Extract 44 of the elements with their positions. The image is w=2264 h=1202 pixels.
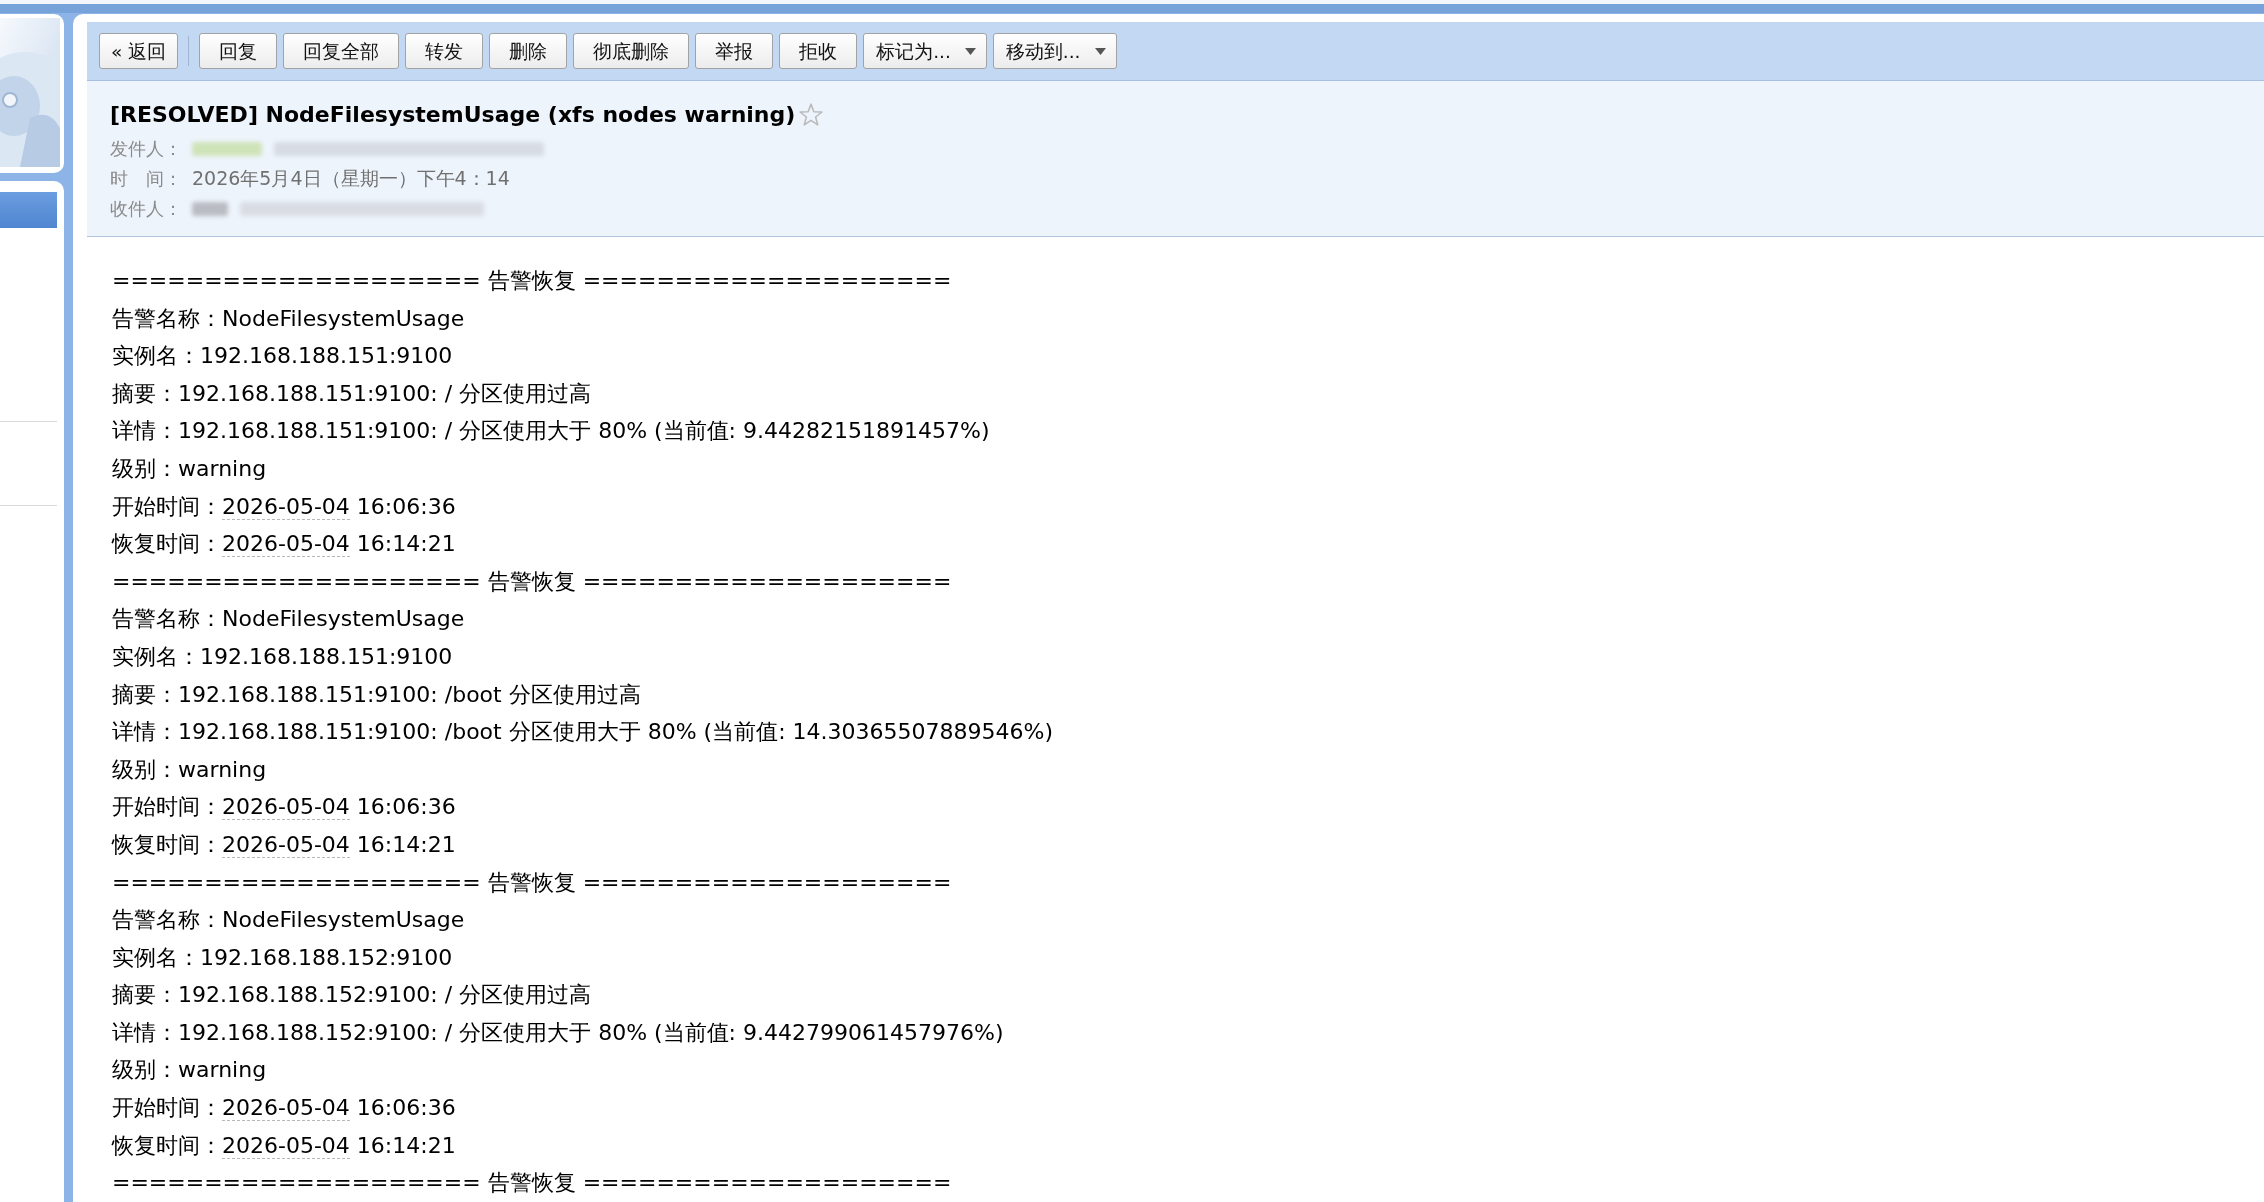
email-body-line: 实例名：192.168.188.151:9100 bbox=[112, 342, 453, 371]
email-body-line: 详情：192.168.188.152:9100: / 分区使用大于 80% (当前值: 9.442799061457976%) bbox=[112, 1018, 1004, 1047]
email-body-line: 告警名称：NodeFilesystemUsage bbox=[112, 304, 465, 333]
section-heading: ==================== 告警恢复 ==================== bbox=[112, 1169, 952, 1198]
email-body-line: 告警名称：NodeFilesystemUsage bbox=[112, 906, 465, 935]
email-body-line: 告警名称：NodeFilesystemUsage bbox=[112, 605, 465, 634]
toolbar-button[interactable]: 回复全部 bbox=[283, 33, 400, 69]
email-body-line: 级别：warning bbox=[112, 454, 267, 483]
email-body-line: 详情：192.168.188.151:9100: /boot 分区使用大于 80% (当前值: 14.30365507889546%) bbox=[112, 718, 1053, 747]
email-body-line: 恢复时间：2026-05-04 16:14:21 bbox=[112, 1131, 456, 1161]
email-body-line: 摘要：192.168.188.152:9100: / 分区使用过高 bbox=[112, 981, 592, 1010]
email-body-line: 级别：warning bbox=[112, 755, 267, 784]
sent-time: 2026年5月4日（星期一）下午4：14 bbox=[192, 166, 510, 191]
toolbar-button[interactable]: 举报 bbox=[695, 33, 774, 69]
selected-nav-bar[interactable] bbox=[0, 192, 57, 228]
section-heading: ==================== 告警恢复 ==================== bbox=[112, 267, 952, 295]
email-body-line: 实例名：192.168.188.152:9100 bbox=[112, 943, 453, 972]
email-subject: [RESOLVED] NodeFilesystemUsage (xfs nodes warning) bbox=[110, 102, 796, 127]
toolbar-button[interactable]: 回复 bbox=[199, 33, 278, 69]
email-body-line: 开始时间：2026-05-04 16:06:36 bbox=[112, 492, 456, 522]
menu-button[interactable]: 移动到... bbox=[992, 33, 1117, 69]
section-heading: ==================== 告警恢复 ==================== bbox=[112, 868, 952, 897]
caret-icon bbox=[1094, 47, 1106, 55]
email-body-line: 开始时间：2026-05-04 16:06:36 bbox=[112, 1094, 456, 1124]
star-icon[interactable] bbox=[799, 103, 824, 126]
email-body-line: 详情：192.168.188.151:9100: / 分区使用大于 80% (当前值: 9.44282151891457%) bbox=[112, 417, 990, 446]
field-label: 时 间： bbox=[110, 168, 182, 191]
toolbar-button[interactable]: 彻底删除 bbox=[573, 33, 690, 69]
toolbar-button[interactable]: 拒收 bbox=[779, 33, 858, 69]
caret-icon bbox=[964, 47, 976, 55]
email-body-line: 恢复时间：2026-05-04 16:14:21 bbox=[112, 830, 456, 860]
toolbar-button[interactable]: 删除 bbox=[489, 33, 568, 69]
email-body-line: 开始时间：2026-05-04 16:06:36 bbox=[112, 793, 456, 823]
toolbar-button[interactable]: 转发 bbox=[405, 33, 484, 69]
field-label: 收件人： bbox=[110, 198, 182, 221]
email-body-line: 实例名：192.168.188.151:9100 bbox=[112, 642, 453, 671]
section-heading: ==================== 告警恢复 ==================== bbox=[112, 567, 952, 596]
email-body-line: 摘要：192.168.188.151:9100: /boot 分区使用过高 bbox=[112, 680, 641, 709]
email-body-line: 级别：warning bbox=[112, 1056, 267, 1085]
back-button[interactable]: « 返回 bbox=[99, 33, 179, 69]
field-label: 发件人： bbox=[110, 138, 182, 161]
email-body-line: 恢复时间：2026-05-04 16:14:21 bbox=[112, 530, 456, 560]
email-body-line: 摘要：192.168.188.151:9100: / 分区使用过高 bbox=[112, 379, 592, 408]
menu-button[interactable]: 标记为... bbox=[863, 33, 987, 69]
